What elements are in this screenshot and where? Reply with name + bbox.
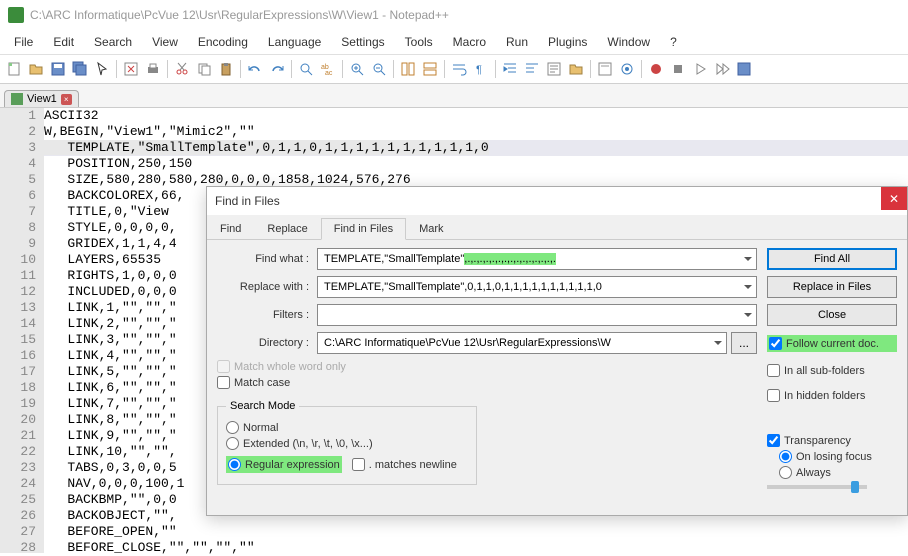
find-what-input[interactable]: TEMPLATE,"SmallTemplate",.,.,.,.,.,.,.,.…	[317, 248, 757, 270]
monitor-icon[interactable]	[617, 59, 637, 79]
outdent-icon[interactable]	[522, 59, 542, 79]
on-losing-focus-radio[interactable]: On losing focus	[779, 450, 897, 463]
indent-icon[interactable]	[500, 59, 520, 79]
paste-icon[interactable]	[216, 59, 236, 79]
zoom-in-icon[interactable]	[347, 59, 367, 79]
transparency-checkbox[interactable]: Transparency	[767, 434, 897, 447]
menu-run[interactable]: Run	[496, 32, 538, 52]
in-hidden-checkbox[interactable]: In hidden folders	[767, 389, 897, 402]
find-icon[interactable]	[296, 59, 316, 79]
app-icon	[8, 7, 24, 23]
allchars-icon[interactable]: ¶	[471, 59, 491, 79]
mode-normal-radio[interactable]: Normal	[226, 421, 468, 434]
sync-v-icon[interactable]	[398, 59, 418, 79]
dialog-title: Find in Files	[207, 187, 907, 215]
tab-find-in-files[interactable]: Find in Files	[321, 218, 406, 240]
zoom-out-icon[interactable]	[369, 59, 389, 79]
redo-icon[interactable]	[267, 59, 287, 79]
slider-thumb[interactable]	[851, 481, 859, 493]
follow-current-doc-checkbox[interactable]: Follow current doc.	[767, 335, 897, 352]
cut-icon[interactable]	[172, 59, 192, 79]
matches-newline-checkbox[interactable]: . matches newline	[352, 458, 457, 471]
close-file-icon[interactable]	[121, 59, 141, 79]
stop-icon[interactable]	[668, 59, 688, 79]
directory-input[interactable]: C:\ARC Informatique\PcVue 12\Usr\Regular…	[317, 332, 727, 354]
filters-input[interactable]	[317, 304, 757, 326]
search-mode-group: Search Mode Normal Extended (\n, \r, \t,…	[217, 400, 477, 485]
line-number-gutter: 1234567891011121314151617181920212223242…	[0, 108, 44, 553]
window-title: C:\ARC Informatique\PcVue 12\Usr\Regular…	[30, 8, 449, 22]
fastfwd-icon[interactable]	[712, 59, 732, 79]
svg-text:ac: ac	[325, 70, 333, 77]
menu-bar: File Edit Search View Encoding Language …	[0, 30, 908, 54]
menu-file[interactable]: File	[4, 32, 43, 52]
transparency-slider[interactable]	[767, 485, 867, 489]
file-tab[interactable]: View1 ×	[4, 90, 79, 107]
dialog-close-button[interactable]: ✕	[881, 187, 907, 210]
match-case-checkbox[interactable]: Match case	[217, 376, 757, 389]
mode-regex-radio[interactable]: Regular expression	[226, 456, 342, 473]
tab-mark[interactable]: Mark	[406, 218, 456, 240]
save-icon[interactable]	[48, 59, 68, 79]
folder-icon[interactable]	[566, 59, 586, 79]
record-icon[interactable]	[646, 59, 666, 79]
menu-window[interactable]: Window	[597, 32, 660, 52]
match-whole-word-checkbox: Match whole word only	[217, 360, 757, 373]
replace-with-input[interactable]: TEMPLATE,"SmallTemplate",0,1,1,0,1,1,1,1…	[317, 276, 757, 298]
toolbar: abac ¶	[0, 54, 908, 84]
file-tab-label: View1	[27, 93, 57, 105]
cursor-icon[interactable]	[92, 59, 112, 79]
filters-label: Filters :	[217, 309, 317, 321]
menu-search[interactable]: Search	[84, 32, 142, 52]
menu-encoding[interactable]: Encoding	[188, 32, 258, 52]
in-subfolders-checkbox[interactable]: In all sub-folders	[767, 364, 897, 377]
find-in-files-dialog: Find in Files ✕ Find Replace Find in Fil…	[206, 186, 908, 516]
undo-icon[interactable]	[245, 59, 265, 79]
svg-text:¶: ¶	[476, 64, 482, 76]
replace-in-files-button[interactable]: Replace in Files	[767, 276, 897, 298]
search-mode-legend: Search Mode	[226, 400, 299, 412]
play-icon[interactable]	[690, 59, 710, 79]
copy-icon[interactable]	[194, 59, 214, 79]
mode-extended-radio[interactable]: Extended (\n, \r, \t, \0, \x...)	[226, 437, 468, 450]
menu-language[interactable]: Language	[258, 32, 331, 52]
wordwrap-icon[interactable]	[449, 59, 469, 79]
save-all-icon[interactable]	[70, 59, 90, 79]
menu-edit[interactable]: Edit	[43, 32, 84, 52]
doc-map-icon[interactable]	[595, 59, 615, 79]
close-button[interactable]: Close	[767, 304, 897, 326]
menu-view[interactable]: View	[142, 32, 188, 52]
new-file-icon[interactable]	[4, 59, 24, 79]
func-list-icon[interactable]	[544, 59, 564, 79]
save-macro-icon[interactable]	[734, 59, 754, 79]
menu-settings[interactable]: Settings	[331, 32, 394, 52]
always-radio[interactable]: Always	[779, 466, 897, 479]
open-file-icon[interactable]	[26, 59, 46, 79]
tab-find[interactable]: Find	[207, 218, 254, 240]
menu-plugins[interactable]: Plugins	[538, 32, 597, 52]
print-icon[interactable]	[143, 59, 163, 79]
tab-replace[interactable]: Replace	[254, 218, 320, 240]
window-titlebar: C:\ARC Informatique\PcVue 12\Usr\Regular…	[0, 0, 908, 30]
find-what-label: Find what :	[217, 253, 317, 265]
menu-macro[interactable]: Macro	[443, 32, 496, 52]
menu-tools[interactable]: Tools	[395, 32, 443, 52]
close-tab-icon[interactable]: ×	[61, 94, 72, 105]
file-type-icon	[11, 93, 23, 105]
dialog-tabs: Find Replace Find in Files Mark	[207, 217, 907, 240]
replace-with-label: Replace with :	[217, 281, 317, 293]
menu-help[interactable]: ?	[660, 32, 687, 52]
replace-icon[interactable]: abac	[318, 59, 338, 79]
browse-directory-button[interactable]: ...	[731, 332, 757, 354]
find-all-button[interactable]: Find All	[767, 248, 897, 270]
sync-h-icon[interactable]	[420, 59, 440, 79]
file-tab-bar: View1 ×	[0, 84, 908, 108]
directory-label: Directory :	[217, 337, 317, 349]
